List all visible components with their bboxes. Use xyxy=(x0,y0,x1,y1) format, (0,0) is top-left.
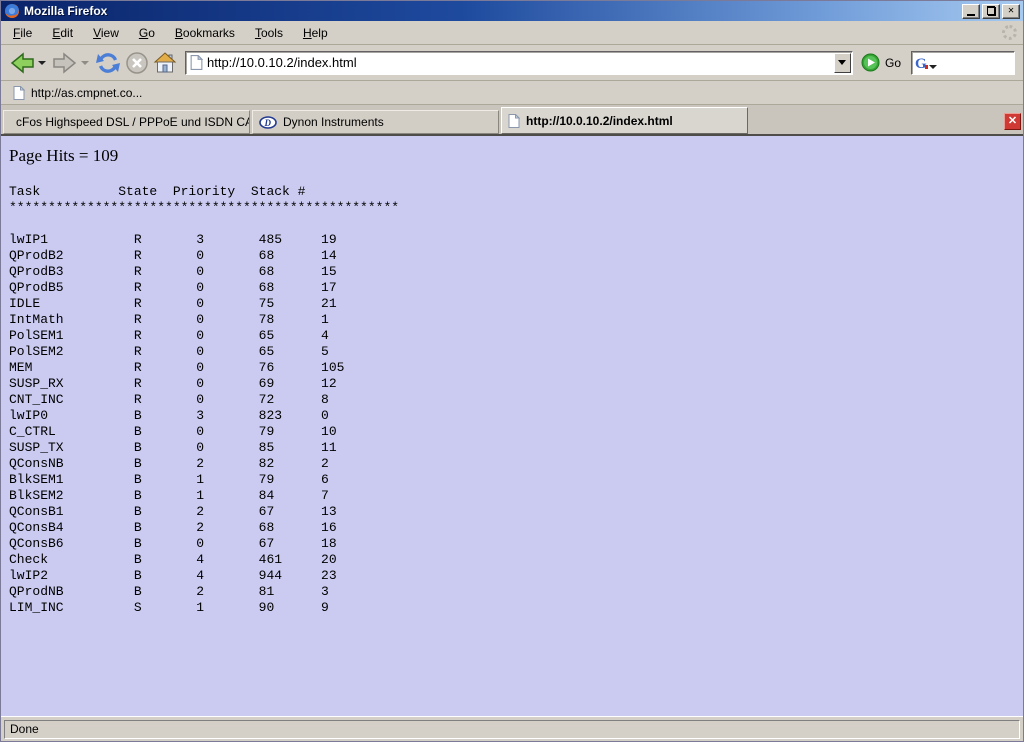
menu-edit[interactable]: Edit xyxy=(42,22,83,44)
window-title: Mozilla Firefox xyxy=(24,4,962,18)
close-tab-button[interactable]: ✕ xyxy=(1004,113,1021,130)
stop-icon xyxy=(125,51,149,75)
tab-label: cFos Highspeed DSL / PPPoE und ISDN CAP.… xyxy=(16,115,250,129)
search-input[interactable] xyxy=(937,56,1014,70)
menu-help[interactable]: Help xyxy=(293,22,338,44)
minimize-button[interactable] xyxy=(962,4,980,19)
bookmarks-toolbar: http://as.cmpnet.co... xyxy=(1,81,1023,105)
menu-bookmarks[interactable]: Bookmarks xyxy=(165,22,245,44)
status-bar: Done xyxy=(1,716,1023,741)
menubar: File Edit View Go Bookmarks Tools Help xyxy=(1,21,1023,45)
reload-icon xyxy=(95,51,121,75)
forward-icon xyxy=(52,52,78,74)
minimize-icon xyxy=(967,14,975,16)
google-icon[interactable]: G xyxy=(915,55,937,70)
titlebar: Mozilla Firefox ✕ xyxy=(1,1,1023,21)
svg-text:D: D xyxy=(264,118,272,128)
search-engine-dropdown-icon[interactable] xyxy=(929,65,937,69)
page-icon xyxy=(508,114,520,128)
back-icon xyxy=(9,52,35,74)
tab-label: Dynon Instruments xyxy=(283,115,384,129)
dynon-icon: D xyxy=(259,116,277,129)
tab-bar: c cFos Highspeed DSL / PPPoE und ISDN CA… xyxy=(1,105,1023,136)
navigation-toolbar: Go G xyxy=(1,45,1023,81)
firefox-logo-icon xyxy=(4,3,20,19)
search-box[interactable]: G xyxy=(911,51,1015,75)
stop-button[interactable] xyxy=(123,48,151,78)
back-button[interactable] xyxy=(7,48,37,78)
close-button[interactable]: ✕ xyxy=(1002,4,1020,19)
tab-dynon[interactable]: D Dynon Instruments xyxy=(252,110,499,134)
address-bar[interactable] xyxy=(185,51,853,75)
task-table: Task State Priority Stack # ************… xyxy=(9,184,1015,616)
restore-icon xyxy=(987,7,996,15)
forward-button[interactable] xyxy=(50,48,80,78)
bookmark-item[interactable]: http://as.cmpnet.co... xyxy=(7,84,148,102)
page-content: Page Hits = 109 Task State Priority Stac… xyxy=(1,136,1023,716)
address-input[interactable] xyxy=(203,55,834,70)
reload-button[interactable] xyxy=(93,48,123,78)
tab-cfos[interactable]: c cFos Highspeed DSL / PPPoE und ISDN CA… xyxy=(3,110,250,134)
page-icon xyxy=(13,86,25,100)
tab-label: http://10.0.10.2/index.html xyxy=(526,114,673,128)
bookmark-label: http://as.cmpnet.co... xyxy=(31,86,142,100)
home-button[interactable] xyxy=(151,48,179,78)
menu-tools[interactable]: Tools xyxy=(245,22,293,44)
address-dropdown-button[interactable] xyxy=(834,53,851,73)
menu-file[interactable]: File xyxy=(3,22,42,44)
menu-view[interactable]: View xyxy=(83,22,129,44)
back-dropdown-icon[interactable] xyxy=(38,61,46,65)
tab-index-active[interactable]: http://10.0.10.2/index.html xyxy=(501,107,748,134)
status-panel: Done xyxy=(4,720,1020,739)
go-icon[interactable] xyxy=(861,53,880,72)
menu-go[interactable]: Go xyxy=(129,22,165,44)
go-button[interactable]: Go xyxy=(885,56,901,70)
restore-button[interactable] xyxy=(982,4,1000,19)
page-icon xyxy=(190,55,203,70)
home-icon xyxy=(153,51,177,75)
firefox-window: Mozilla Firefox ✕ File Edit View Go Book… xyxy=(0,0,1024,742)
status-text: Done xyxy=(10,722,39,736)
forward-dropdown-icon[interactable] xyxy=(81,61,89,65)
page-hits-text: Page Hits = 109 xyxy=(9,146,1015,166)
throbber-icon xyxy=(1002,25,1017,40)
